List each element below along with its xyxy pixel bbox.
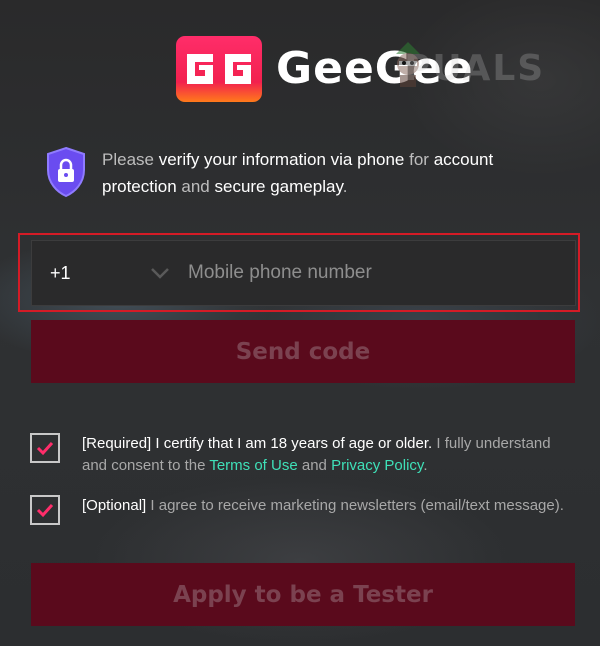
shield-lock-icon bbox=[47, 146, 85, 198]
phone-field: +1 bbox=[31, 240, 576, 306]
g-letter-icon bbox=[187, 54, 213, 84]
info-part: Please bbox=[102, 150, 159, 169]
watermark-text: PUALS bbox=[404, 48, 546, 89]
required-consent-end: . bbox=[423, 457, 428, 474]
verification-text: Please verify your information via phone… bbox=[102, 146, 564, 200]
send-code-button[interactable]: Send code bbox=[31, 320, 575, 383]
privacy-policy-link[interactable]: Privacy Policy bbox=[331, 457, 423, 474]
required-consent-row: [Required] I certify that I am 18 years … bbox=[30, 433, 578, 477]
verification-notice: Please verify your information via phone… bbox=[44, 146, 564, 200]
optional-consent-body: I agree to receive marketing newsletters… bbox=[146, 497, 564, 514]
country-code-select[interactable]: +1 bbox=[32, 263, 150, 284]
checkmark-icon bbox=[36, 503, 54, 518]
optional-consent-checkbox[interactable] bbox=[30, 495, 60, 525]
info-part: and bbox=[176, 177, 215, 196]
required-consent-and: and bbox=[297, 457, 332, 474]
required-consent-label: [Required] I certify that I am 18 years … bbox=[82, 435, 433, 452]
terms-of-use-link[interactable]: Terms of Use bbox=[209, 457, 297, 474]
gg-logo-badge bbox=[176, 36, 262, 102]
chevron-down-icon[interactable] bbox=[150, 267, 170, 279]
optional-consent-text: [Optional] I agree to receive marketing … bbox=[82, 495, 564, 517]
optional-consent-label: [Optional] bbox=[82, 497, 147, 514]
required-consent-text: [Required] I certify that I am 18 years … bbox=[82, 433, 578, 477]
checkmark-icon bbox=[36, 441, 54, 456]
info-part: . bbox=[342, 177, 348, 196]
mobile-phone-input[interactable] bbox=[186, 240, 575, 306]
info-part-strong: secure gameplay bbox=[214, 177, 343, 196]
info-part: for bbox=[404, 150, 434, 169]
g-letter-icon bbox=[225, 54, 251, 84]
apply-tester-button[interactable]: Apply to be a Tester bbox=[31, 563, 575, 626]
info-part-strong: verify your information via phone bbox=[158, 150, 405, 169]
optional-consent-row: [Optional] I agree to receive marketing … bbox=[30, 495, 578, 525]
required-consent-checkbox[interactable] bbox=[30, 433, 60, 463]
